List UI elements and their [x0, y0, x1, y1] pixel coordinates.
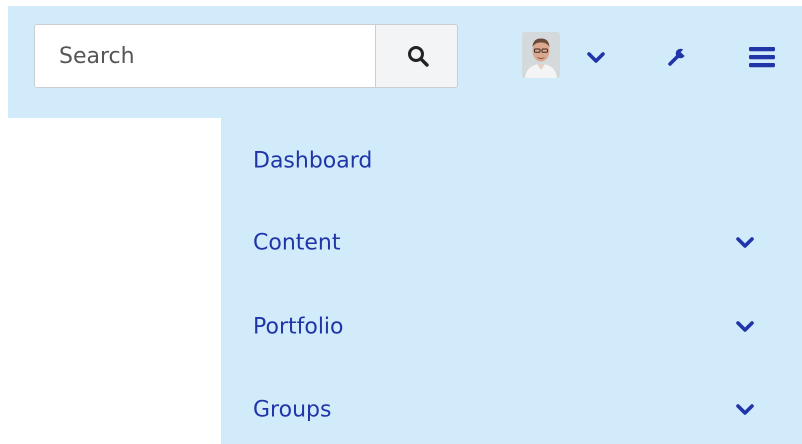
main-navigation-menu: Dashboard Content Portfolio Groups	[221, 118, 802, 444]
wrench-icon	[668, 48, 688, 66]
main-menu-button[interactable]	[744, 40, 780, 74]
admin-button[interactable]	[662, 42, 692, 72]
chevron-down-icon[interactable]	[731, 396, 759, 424]
nav-item-content[interactable]: Content	[221, 208, 802, 278]
nav-item-groups[interactable]: Groups	[221, 375, 802, 444]
chevron-down-icon[interactable]	[731, 229, 759, 257]
search-input[interactable]	[35, 25, 375, 87]
header-bar	[8, 6, 802, 118]
chevron-down-icon	[587, 52, 605, 63]
search-button[interactable]	[375, 25, 457, 87]
search-icon	[407, 46, 429, 67]
nav-item-label: Portfolio	[253, 314, 344, 340]
user-menu-toggle[interactable]	[582, 44, 610, 72]
hamburger-menu-icon	[749, 47, 775, 68]
nav-item-label: Content	[253, 230, 341, 256]
search-form	[34, 24, 458, 88]
page: Dashboard Content Portfolio Groups	[0, 0, 802, 444]
nav-item-dashboard[interactable]: Dashboard	[221, 126, 802, 196]
nav-item-label: Dashboard	[253, 148, 373, 174]
nav-item-portfolio[interactable]: Portfolio	[221, 292, 802, 362]
user-avatar[interactable]	[522, 32, 560, 78]
nav-item-label: Groups	[253, 397, 332, 423]
chevron-down-icon[interactable]	[731, 313, 759, 341]
avatar-photo	[522, 32, 560, 78]
